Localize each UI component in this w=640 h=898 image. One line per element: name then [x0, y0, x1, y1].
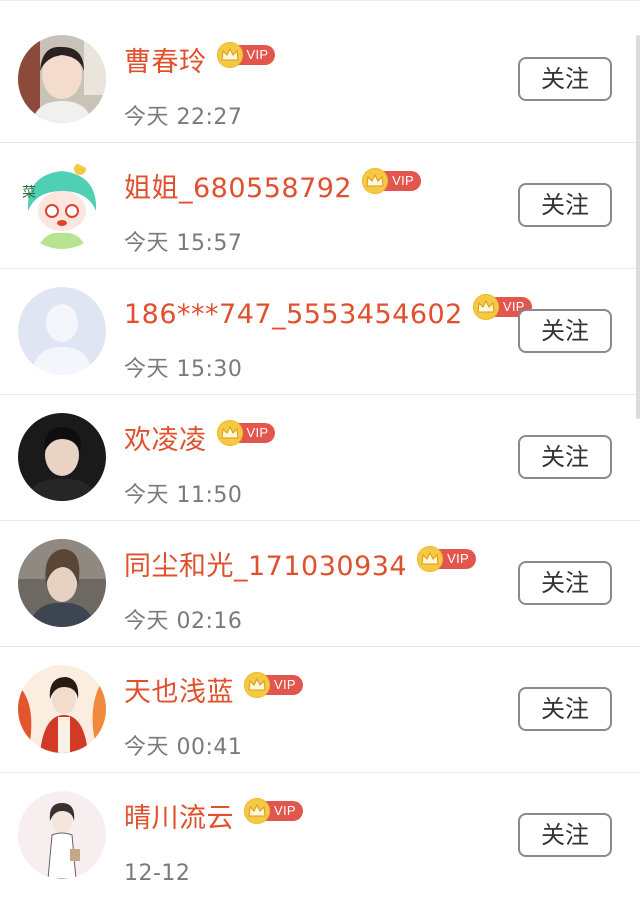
follow-button[interactable]: 关注 [518, 687, 612, 731]
vip-badge: VIP [244, 671, 303, 699]
crown-icon [362, 168, 389, 194]
user-name[interactable]: 186***747_5553454602 [124, 293, 463, 337]
sketch-girl-avatar [18, 791, 106, 879]
photo-woman-avatar [18, 35, 106, 123]
follow-button[interactable]: 关注 [518, 183, 612, 227]
avatar[interactable] [18, 665, 106, 753]
avatar[interactable] [18, 287, 106, 375]
vip-badge: VIP [216, 419, 276, 447]
avatar[interactable] [18, 791, 106, 879]
follower-list: 曹春玲 VIP 今天 22:27 关注 菜 姐姐_680558792 VIP 今… [0, 0, 640, 898]
user-name[interactable]: 天也浅蓝 [124, 671, 234, 715]
follow-button[interactable]: 关注 [518, 435, 612, 479]
list-item[interactable]: 晴川流云 VIP 12-12 关注 [0, 773, 640, 898]
follow-button[interactable]: 关注 [518, 813, 612, 857]
follow-time: 今天 15:30 [124, 357, 243, 382]
list-item[interactable]: 天也浅蓝 VIP 今天 00:41 关注 [0, 647, 640, 773]
avatar[interactable] [18, 35, 106, 123]
vip-badge: VIP [417, 545, 476, 573]
photo-man-avatar [18, 413, 106, 501]
follow-time: 今天 00:41 [124, 735, 243, 760]
crown-icon [472, 294, 499, 320]
cartoon-green-hair-avatar: 菜 [18, 161, 106, 249]
user-name[interactable]: 晴川流云 [124, 797, 234, 841]
crown-icon [244, 798, 270, 824]
follow-time: 今天 15:57 [124, 231, 243, 256]
avatar[interactable] [18, 413, 106, 501]
default-person-avatar [18, 287, 106, 375]
follow-button[interactable]: 关注 [518, 561, 612, 605]
follow-button[interactable]: 关注 [518, 57, 612, 101]
avatar[interactable] [18, 539, 106, 627]
follow-time: 12-12 [124, 861, 191, 886]
vip-badge: VIP [216, 41, 276, 69]
follow-time: 今天 22:27 [124, 105, 243, 130]
follow-time: 今天 11:50 [124, 483, 243, 508]
list-item[interactable]: 菜 姐姐_680558792 VIP 今天 15:57 关注 [0, 143, 640, 269]
list-item[interactable]: 曹春玲 VIP 今天 22:27 关注 [0, 17, 640, 143]
user-name[interactable]: 欢凌凌 [124, 419, 207, 463]
scrollbar[interactable] [636, 35, 640, 419]
illustrated-girl-avatar [18, 539, 106, 627]
crown-icon [244, 672, 270, 698]
svg-text:菜: 菜 [22, 185, 36, 201]
follow-time: 今天 02:16 [124, 609, 243, 634]
user-name[interactable]: 同尘和光_171030934 [124, 545, 407, 589]
user-name[interactable]: 姐姐_680558792 [124, 167, 352, 211]
follow-button[interactable]: 关注 [518, 309, 612, 353]
avatar[interactable]: 菜 [18, 161, 106, 249]
crown-icon [417, 546, 444, 572]
vip-badge: VIP [244, 797, 303, 825]
crown-icon [216, 42, 243, 68]
list-item[interactable]: 同尘和光_171030934 VIP 今天 02:16 关注 [0, 521, 640, 647]
illustrated-red-robe-avatar [18, 665, 106, 753]
user-name[interactable]: 曹春玲 [124, 41, 207, 85]
list-item[interactable]: 186***747_5553454602 VIP 今天 15:30 关注 [0, 269, 640, 395]
vip-badge: VIP [362, 167, 421, 195]
list-item[interactable]: 欢凌凌 VIP 今天 11:50 关注 [0, 395, 640, 521]
crown-icon [216, 420, 243, 446]
